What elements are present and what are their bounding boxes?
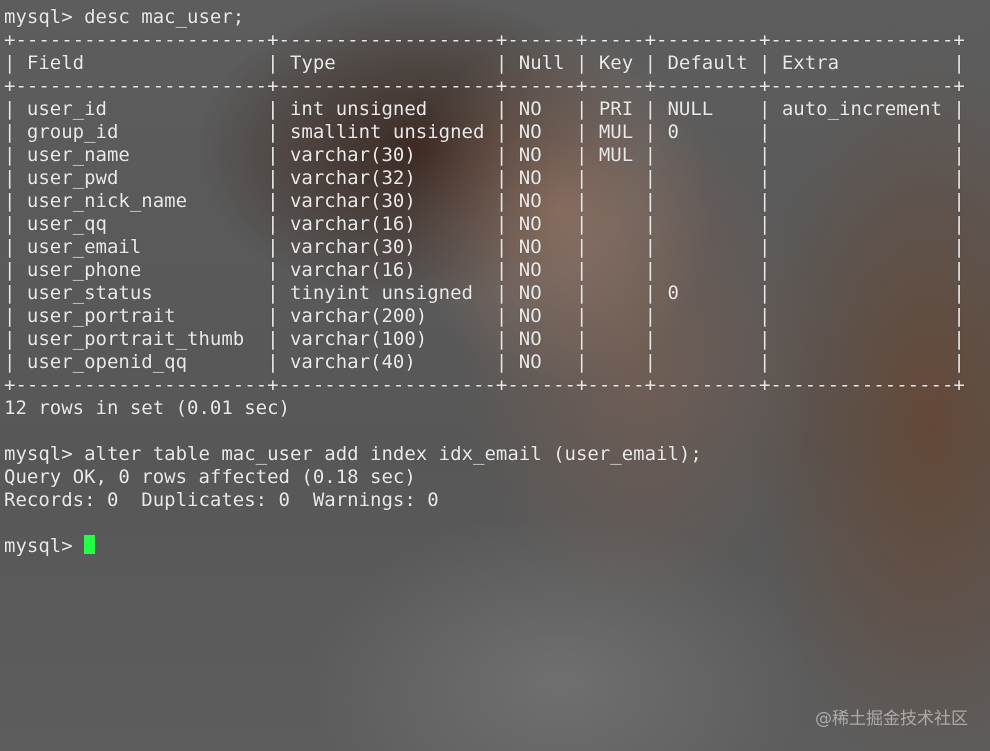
- table-row: | user_name | varchar(30) | NO | MUL | |…: [4, 144, 965, 166]
- table-row: | group_id | smallint unsigned | NO | MU…: [4, 121, 965, 143]
- table-border-header: +----------------------+----------------…: [4, 75, 965, 97]
- table-row: | user_id | int unsigned | NO | PRI | NU…: [4, 98, 965, 120]
- rows-in-set-status: 12 rows in set (0.01 sec): [4, 397, 290, 419]
- table-row: | user_status | tinyint unsigned | NO | …: [4, 282, 965, 304]
- records-status: Records: 0 Duplicates: 0 Warnings: 0: [4, 489, 439, 511]
- watermark: @稀土掘金技术社区: [815, 709, 968, 729]
- text-cursor[interactable]: [84, 535, 96, 554]
- table-row: | user_nick_name | varchar(30) | NO | | …: [4, 190, 965, 212]
- table-row: | user_portrait | varchar(200) | NO | | …: [4, 305, 965, 327]
- table-border-top: +----------------------+----------------…: [4, 29, 965, 51]
- command-text: alter table mac_user add index idx_email…: [84, 443, 702, 465]
- terminal-window[interactable]: mysql> desc mac_user; +-----------------…: [4, 6, 986, 746]
- command-text: desc mac_user;: [84, 6, 245, 28]
- command-line-desc: mysql> desc mac_user;: [4, 6, 986, 29]
- command-line-alter: mysql> alter table mac_user add index id…: [4, 443, 986, 466]
- prompt: mysql>: [4, 443, 85, 465]
- prompt: mysql>: [4, 535, 85, 557]
- table-header: | Field | Type | Null | Key | Default | …: [4, 52, 965, 74]
- table-row: | user_phone | varchar(16) | NO | | | |: [4, 259, 965, 281]
- table-border-bottom: +----------------------+----------------…: [4, 374, 965, 396]
- prompt: mysql>: [4, 6, 85, 28]
- table-row: | user_email | varchar(30) | NO | | | |: [4, 236, 965, 258]
- table-row: | user_portrait_thumb | varchar(100) | N…: [4, 328, 965, 350]
- table-row: | user_openid_qq | varchar(40) | NO | | …: [4, 351, 965, 373]
- table-row: | user_qq | varchar(16) | NO | | | |: [4, 213, 965, 235]
- active-prompt-line[interactable]: mysql>: [4, 535, 986, 558]
- table-row: | user_pwd | varchar(32) | NO | | | |: [4, 167, 965, 189]
- query-ok-status: Query OK, 0 rows affected (0.18 sec): [4, 466, 416, 488]
